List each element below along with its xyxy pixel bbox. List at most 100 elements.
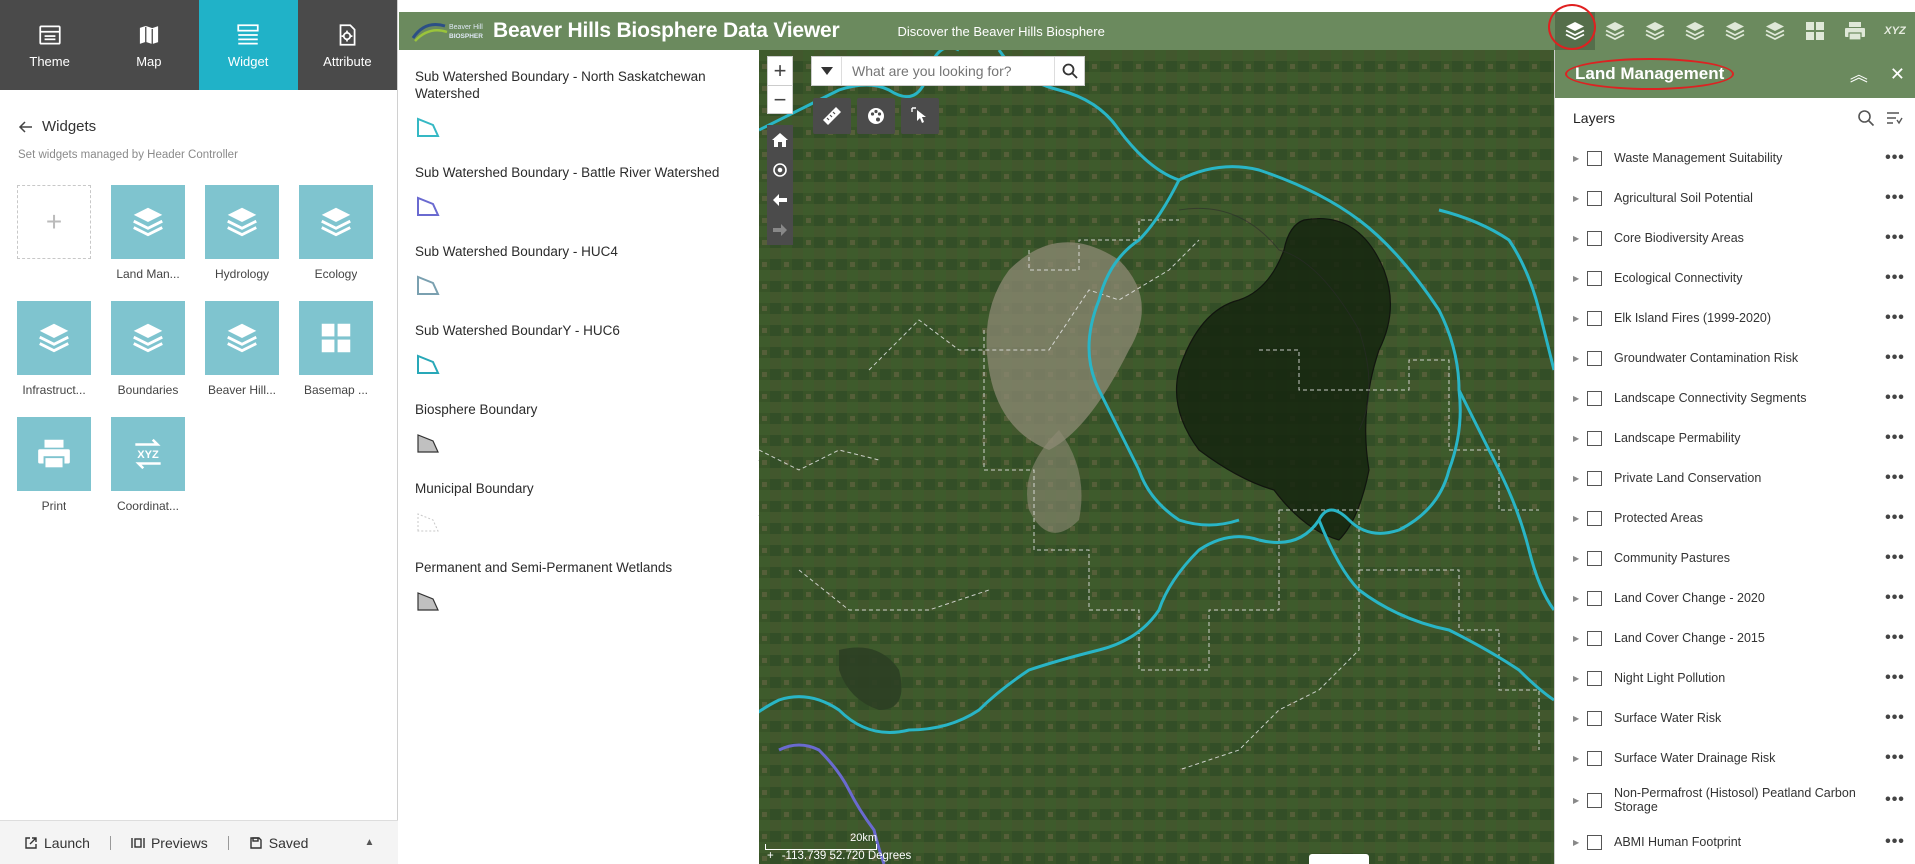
widget-tile-print[interactable] [17, 417, 91, 491]
more-options-icon[interactable]: ••• [1875, 469, 1915, 487]
layer-row[interactable]: ▶ Land Cover Change - 2020 ••• [1555, 578, 1915, 618]
more-options-icon[interactable]: ••• [1875, 833, 1915, 851]
search-source-dropdown[interactable] [812, 57, 842, 85]
locate-button[interactable] [767, 155, 793, 185]
more-options-icon[interactable]: ••• [1875, 429, 1915, 447]
more-options-icon[interactable]: ••• [1875, 749, 1915, 767]
header-infrastructure-button[interactable] [1675, 12, 1715, 50]
previews-button[interactable]: Previews [131, 835, 208, 851]
expand-caret-icon[interactable]: ▶ [1573, 754, 1583, 763]
widgets-heading[interactable]: Widgets [0, 90, 397, 135]
widget-tile-hydrology[interactable] [205, 185, 279, 259]
saved-button[interactable]: Saved [249, 835, 308, 851]
widget-tile-coordinates[interactable]: XYZ [111, 417, 185, 491]
expand-caret-icon[interactable]: ▶ [1573, 354, 1583, 363]
tab-map[interactable]: Map [99, 0, 198, 90]
expand-caret-icon[interactable]: ▶ [1573, 474, 1583, 483]
header-ecology-button[interactable] [1635, 12, 1675, 50]
add-widget-button[interactable]: + [17, 185, 91, 259]
layer-row[interactable]: ▶ Waste Management Suitability ••• [1555, 138, 1915, 178]
measure-button[interactable] [813, 98, 851, 134]
more-options-icon[interactable]: ••• [1875, 189, 1915, 207]
expand-caret-icon[interactable]: ▶ [1573, 674, 1583, 683]
widget-tile-boundaries[interactable] [111, 301, 185, 375]
expand-caret-icon[interactable]: ▶ [1573, 594, 1583, 603]
expand-caret-icon[interactable]: ▶ [1573, 554, 1583, 563]
search-button[interactable] [1054, 57, 1084, 85]
attribute-table-toggle[interactable] [1309, 854, 1369, 864]
more-options-icon[interactable]: ••• [1875, 269, 1915, 287]
collapse-panel-icon[interactable]: ︽ [1850, 61, 1868, 87]
expand-caret-icon[interactable]: ▶ [1573, 314, 1583, 323]
header-basemap-button[interactable] [1795, 12, 1835, 50]
expand-caret-icon[interactable]: ▶ [1573, 796, 1583, 805]
widget-tile-ecology[interactable] [299, 185, 373, 259]
widget-tile-beaver-hills[interactable] [205, 301, 279, 375]
draw-button[interactable] [857, 98, 895, 134]
header-boundaries-button[interactable] [1715, 12, 1755, 50]
more-options-icon[interactable]: ••• [1875, 149, 1915, 167]
layer-row[interactable]: ▶ Landscape Permability ••• [1555, 418, 1915, 458]
more-options-icon[interactable]: ••• [1875, 349, 1915, 367]
zoom-out-button[interactable]: − [768, 85, 792, 113]
layer-visibility-checkbox[interactable] [1587, 550, 1602, 566]
expand-caret-icon[interactable]: ▶ [1573, 838, 1583, 847]
layer-visibility-checkbox[interactable] [1587, 310, 1602, 326]
expand-caret-icon[interactable]: ▶ [1573, 274, 1583, 283]
layer-row[interactable]: ▶ Surface Water Risk ••• [1555, 698, 1915, 738]
previous-extent-button[interactable] [767, 185, 793, 215]
layer-visibility-checkbox[interactable] [1587, 470, 1602, 486]
expand-caret-icon[interactable]: ▶ [1573, 634, 1583, 643]
expand-caret-icon[interactable]: ▶ [1573, 714, 1583, 723]
header-hydrology-button[interactable] [1595, 12, 1635, 50]
tab-widget[interactable]: Widget [198, 0, 298, 90]
back-arrow-icon[interactable] [18, 119, 34, 135]
layer-row[interactable]: ▶ Agricultural Soil Potential ••• [1555, 178, 1915, 218]
layer-visibility-checkbox[interactable] [1587, 150, 1602, 166]
more-options-icon[interactable]: ••• [1875, 629, 1915, 647]
layer-visibility-checkbox[interactable] [1587, 630, 1602, 646]
search-input[interactable] [842, 57, 1054, 85]
expand-caret-icon[interactable]: ▶ [1573, 434, 1583, 443]
expand-caret-icon[interactable]: ▶ [1573, 514, 1583, 523]
layer-visibility-checkbox[interactable] [1587, 834, 1602, 850]
home-button[interactable] [767, 125, 793, 155]
search-icon[interactable] [1857, 109, 1875, 127]
widget-tile-basemap[interactable] [299, 301, 373, 375]
header-beaver-hills-button[interactable] [1755, 12, 1795, 50]
layer-row[interactable]: ▶ Land Cover Change - 2015 ••• [1555, 618, 1915, 658]
launch-button[interactable]: Launch [24, 835, 90, 851]
layer-visibility-checkbox[interactable] [1587, 710, 1602, 726]
more-options-icon[interactable]: ••• [1875, 509, 1915, 527]
header-coordinates-button[interactable]: XYZ [1875, 12, 1915, 50]
layer-row[interactable]: ▶ Elk Island Fires (1999-2020) ••• [1555, 298, 1915, 338]
layer-row[interactable]: ▶ Non-Permafrost (Histosol) Peatland Carb… [1555, 778, 1915, 822]
more-options-icon[interactable]: ••• [1875, 309, 1915, 327]
more-options-icon[interactable]: ••• [1875, 589, 1915, 607]
expand-caret-icon[interactable]: ▶ [1573, 194, 1583, 203]
next-extent-button[interactable] [767, 215, 793, 245]
layer-visibility-checkbox[interactable] [1587, 230, 1602, 246]
layer-visibility-checkbox[interactable] [1587, 430, 1602, 446]
layer-visibility-checkbox[interactable] [1587, 750, 1602, 766]
more-options-icon[interactable]: ••• [1875, 791, 1915, 809]
expand-caret-icon[interactable]: ▶ [1573, 154, 1583, 163]
layer-visibility-checkbox[interactable] [1587, 190, 1602, 206]
map-view[interactable]: + − What are you looking for? 20km + -11… [759, 50, 1554, 864]
more-options-icon[interactable]: ••• [1875, 669, 1915, 687]
layer-visibility-checkbox[interactable] [1587, 390, 1602, 406]
widget-tile-infrastructure[interactable] [17, 301, 91, 375]
layer-row[interactable]: ▶ Landscape Connectivity Segments ••• [1555, 378, 1915, 418]
filter-list-icon[interactable] [1885, 109, 1903, 127]
tab-theme[interactable]: Theme [0, 0, 99, 90]
more-options-icon[interactable]: ••• [1875, 229, 1915, 247]
expand-caret-icon[interactable]: ▶ [1573, 394, 1583, 403]
select-button[interactable] [901, 98, 939, 134]
layer-visibility-checkbox[interactable] [1587, 270, 1602, 286]
more-options-icon[interactable]: ••• [1875, 389, 1915, 407]
layer-visibility-checkbox[interactable] [1587, 590, 1602, 606]
close-icon[interactable]: ✕ [1890, 64, 1905, 85]
layer-row[interactable]: ▶ Core Biodiversity Areas ••• [1555, 218, 1915, 258]
layer-row[interactable]: ▶ Protected Areas ••• [1555, 498, 1915, 538]
header-print-button[interactable] [1835, 12, 1875, 50]
